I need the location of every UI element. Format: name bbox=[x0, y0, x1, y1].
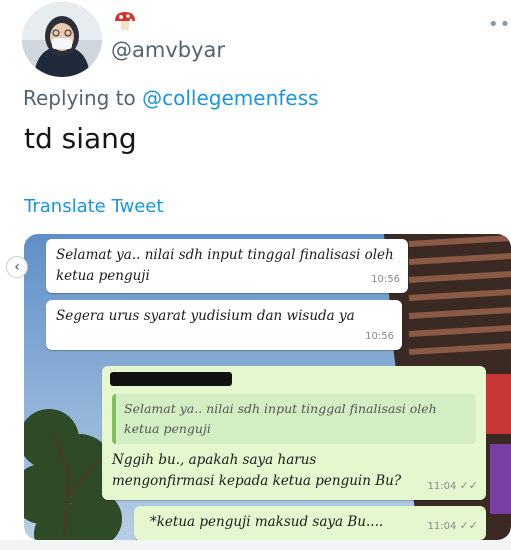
mushroom-icon bbox=[112, 10, 138, 32]
more-icon[interactable]: ••• bbox=[488, 14, 511, 35]
bottom-divider bbox=[0, 540, 511, 550]
message-time: 11:04 ✓✓ bbox=[427, 479, 478, 492]
message-time: 11:04 ✓✓ bbox=[427, 519, 478, 532]
tweet-media-image[interactable]: Selamat ya.. nilai sdh input tinggal fin… bbox=[24, 234, 511, 540]
message-text: *ketua penguji maksud saya Bu.... bbox=[150, 514, 384, 530]
chat-message-outgoing: *ketua penguji maksud saya Bu.... 11:04 … bbox=[134, 506, 486, 540]
avatar[interactable] bbox=[22, 2, 102, 77]
read-ticks-icon: ✓✓ bbox=[459, 479, 478, 492]
message-text: Nggih bu., apakah saya harus mengonfirma… bbox=[112, 452, 402, 489]
message-text: Segera urus syarat yudisium dan wisuda y… bbox=[56, 308, 355, 324]
message-time: 10:56 bbox=[365, 331, 394, 342]
replying-to: Replying to @collegemenfess bbox=[23, 86, 318, 110]
tweet-text: td siang bbox=[24, 122, 137, 155]
redacted-name-bar bbox=[110, 372, 232, 386]
translate-tweet-link[interactable]: Translate Tweet bbox=[24, 196, 163, 217]
chat-message-outgoing: Selamat ya.. nilai sdh input tinggal fin… bbox=[102, 366, 486, 500]
replying-to-label: Replying to bbox=[23, 86, 136, 110]
chat-message-incoming: Segera urus syarat yudisium dan wisuda y… bbox=[46, 300, 402, 350]
author-handle[interactable]: @amvbyar bbox=[111, 38, 225, 62]
message-text: Selamat ya.. nilai sdh input tinggal fin… bbox=[56, 247, 394, 284]
reply-mention-link[interactable]: @collegemenfess bbox=[142, 86, 318, 110]
quoted-message: Selamat ya.. nilai sdh input tinggal fin… bbox=[112, 394, 476, 444]
chat-message-incoming: Selamat ya.. nilai sdh input tinggal fin… bbox=[46, 239, 408, 293]
media-carousel-icon[interactable]: ‹ bbox=[6, 256, 28, 278]
read-ticks-icon: ✓✓ bbox=[459, 519, 478, 532]
message-time: 10:56 bbox=[371, 274, 400, 285]
